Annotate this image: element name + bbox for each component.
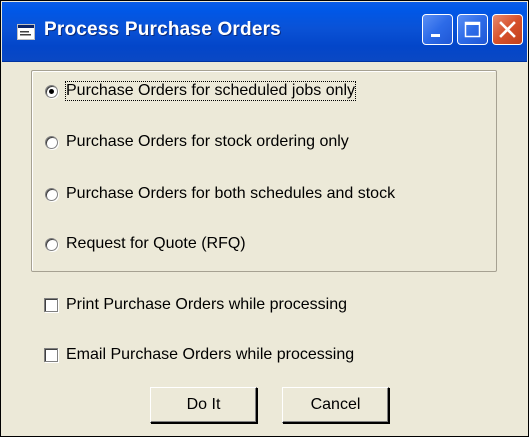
radio-scheduled-jobs[interactable]: Purchase Orders for scheduled jobs only	[45, 81, 357, 101]
radio-schedules-and-stock[interactable]: Purchase Orders for both schedules and s…	[45, 185, 395, 203]
title-bar[interactable]: Process Purchase Orders	[2, 2, 527, 62]
cancel-button[interactable]: Cancel	[282, 387, 389, 423]
maximize-icon	[464, 21, 481, 38]
process-purchase-orders-window: Process Purchase Orders Purchase Orders …	[0, 0, 529, 437]
radio-button[interactable]	[45, 84, 58, 98]
window-title: Process Purchase Orders	[44, 19, 281, 40]
radio-button[interactable]	[45, 187, 58, 201]
minimize-icon	[431, 34, 440, 37]
radio-stock-ordering[interactable]: Purchase Orders for stock ordering only	[45, 133, 349, 151]
radio-label[interactable]: Purchase Orders for both schedules and s…	[66, 185, 395, 203]
dialog-body: Purchase Orders for scheduled jobs only …	[2, 62, 527, 436]
do-it-button[interactable]: Do It	[150, 387, 257, 423]
radio-label[interactable]: Purchase Orders for stock ordering only	[66, 133, 349, 151]
radio-button[interactable]	[45, 135, 58, 149]
radio-label[interactable]: Request for Quote (RFQ)	[66, 235, 246, 253]
email-label[interactable]: Email Purchase Orders while processing	[66, 346, 354, 364]
radio-button[interactable]	[45, 237, 58, 251]
print-label[interactable]: Print Purchase Orders while processing	[66, 296, 347, 314]
radio-label[interactable]: Purchase Orders for scheduled jobs only	[64, 81, 357, 101]
print-while-processing-option[interactable]: Print Purchase Orders while processing	[44, 296, 347, 314]
email-checkbox[interactable]	[44, 348, 58, 362]
radio-selected-dot	[49, 88, 54, 94]
maximize-button[interactable]	[457, 14, 488, 45]
close-button[interactable]	[492, 14, 523, 45]
close-icon	[499, 21, 516, 38]
radio-request-for-quote[interactable]: Request for Quote (RFQ)	[45, 235, 246, 253]
email-while-processing-option[interactable]: Email Purchase Orders while processing	[44, 346, 354, 364]
print-checkbox[interactable]	[44, 298, 58, 312]
form-window-icon[interactable]	[17, 24, 35, 40]
minimize-button[interactable]	[422, 14, 453, 45]
